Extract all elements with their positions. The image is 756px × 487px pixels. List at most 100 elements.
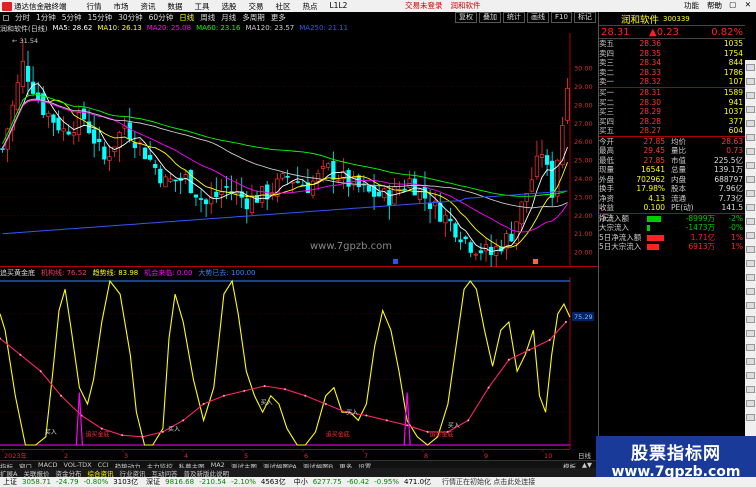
tool-button[interactable]: 画线: [527, 12, 549, 23]
indicator-tab[interactable]: 更多: [339, 461, 352, 471]
indicator-tab[interactable]: 主力监控: [147, 461, 173, 471]
toolbar-icon[interactable]: [746, 134, 755, 141]
tool-button[interactable]: 复权: [455, 12, 477, 23]
index-name[interactable]: 中小: [294, 477, 308, 487]
toolbar-icon[interactable]: [746, 358, 755, 365]
toolbar-icon[interactable]: [746, 106, 755, 113]
indicator-tab[interactable]: MA2: [211, 461, 225, 469]
indicator-tab[interactable]: 趋势动力: [115, 461, 141, 471]
period-tab[interactable]: 日线: [179, 12, 194, 23]
menu-item[interactable]: 交易: [249, 1, 264, 12]
toolbar-icon[interactable]: [746, 120, 755, 127]
bid-row[interactable]: 买一 28.31 1589: [599, 88, 745, 98]
period-tab[interactable]: 分时: [15, 12, 30, 23]
extension-tab[interactable]: 普及新版此说明: [183, 468, 229, 478]
index-name[interactable]: 深证: [146, 477, 160, 487]
tab-control[interactable]: ▲▼: [582, 461, 592, 469]
tool-button[interactable]: 统计: [503, 12, 525, 23]
menu-item[interactable]: 数据: [168, 1, 183, 12]
toolbar-icon[interactable]: [746, 400, 755, 407]
period-tab[interactable]: 月线: [221, 12, 236, 23]
candle-body: [438, 202, 443, 222]
period-tab[interactable]: 周线: [200, 12, 215, 23]
ask-row[interactable]: 卖五 28.36 1035: [599, 39, 745, 49]
right-link[interactable]: 功能: [684, 1, 699, 10]
toolbar-icon[interactable]: [746, 78, 755, 85]
toolbar-icon[interactable]: [746, 232, 755, 239]
extension-tab[interactable]: 互动问答: [151, 468, 177, 478]
menu-item[interactable]: L1L2: [330, 1, 348, 12]
indicator-tab[interactable]: CCI: [98, 461, 109, 469]
indicator-tab[interactable]: 指标: [0, 461, 13, 471]
index-name[interactable]: 上证: [3, 477, 17, 487]
menu-item[interactable]: 热点: [303, 1, 318, 12]
menu-item[interactable]: 选股: [222, 1, 237, 12]
extension-tab[interactable]: 扩展A: [0, 468, 17, 478]
window-controls[interactable]: — ▢ ✕: [713, 0, 754, 9]
center-link[interactable]: 润和软件: [451, 1, 481, 10]
menu-item[interactable]: 市场: [114, 1, 129, 12]
toolbar-icon[interactable]: [746, 218, 755, 225]
ask-row[interactable]: 卖二 28.33 1786: [599, 68, 745, 78]
menu-item[interactable]: 工具: [195, 1, 210, 12]
bid-row[interactable]: 买三 28.29 1037: [599, 107, 745, 117]
toolbar-icon[interactable]: [746, 204, 755, 211]
toolbar-icon[interactable]: [746, 372, 755, 379]
extension-tab[interactable]: 关联报价: [23, 468, 49, 478]
menu-item[interactable]: 行情: [87, 1, 102, 12]
period-tab[interactable]: 5分钟: [62, 12, 82, 23]
period-tab[interactable]: 15分钟: [88, 12, 113, 23]
bid-row[interactable]: 买二 28.30 941: [599, 98, 745, 108]
indicator-tab[interactable]: 私募主图: [179, 461, 205, 471]
toolbar-icon[interactable]: [746, 414, 755, 421]
indicator-tab[interactable]: 测试幅图B: [303, 461, 333, 471]
right-toolbar[interactable]: [745, 60, 756, 460]
extension-tab[interactable]: 行业资讯: [119, 468, 145, 478]
tool-button[interactable]: F10: [551, 12, 572, 23]
indicator-tab[interactable]: MACD: [38, 461, 57, 469]
toolbar-icon[interactable]: [746, 330, 755, 337]
indicator-chart[interactable]: 追买金底 追买金底 追买金底买入买入买入买入买入75.29: [0, 277, 598, 449]
period-tab[interactable]: 多周期: [242, 12, 265, 23]
tab-control[interactable]: 模板: [563, 461, 576, 471]
flow-label: 净流入额: [599, 213, 629, 223]
toolbar-icon[interactable]: [746, 386, 755, 393]
toolbar-icon[interactable]: [746, 316, 755, 323]
extension-tab[interactable]: 资金分布: [55, 468, 81, 478]
indicator-tab[interactable]: 窗口: [19, 461, 32, 471]
toolbar-icon[interactable]: [746, 274, 755, 281]
toolbar-icon[interactable]: [746, 302, 755, 309]
toolbar-icon[interactable]: [746, 148, 755, 155]
indicator-tab[interactable]: 测试幅图PA: [263, 461, 297, 471]
ask-row[interactable]: 卖四 28.35 1754: [599, 49, 745, 59]
tool-button[interactable]: 叠加: [479, 12, 501, 23]
ask-row[interactable]: 卖三 28.34 844: [599, 58, 745, 68]
period-tab[interactable]: 更多: [271, 12, 286, 23]
toolbar-icon[interactable]: [746, 64, 755, 71]
toolbar-icon[interactable]: [746, 176, 755, 183]
indicator-tab[interactable]: VOL-TDX: [63, 461, 91, 469]
tool-button[interactable]: 标记: [573, 12, 596, 23]
menu-item[interactable]: 社区: [276, 1, 291, 12]
candlestick-chart[interactable]: 30.00 29.00 28.00 27.00 26.00 25.00 24.00 23.00…: [0, 33, 598, 267]
period-tab[interactable]: 1分钟: [36, 12, 56, 23]
extension-tab[interactable]: 综合资讯: [87, 468, 113, 478]
period-tab[interactable]: 60分钟: [149, 12, 174, 23]
period-tab[interactable]: 30分钟: [118, 12, 143, 23]
status-message[interactable]: 行情正在初始化 点击此处连接: [442, 477, 535, 487]
toolbar-icon[interactable]: [746, 288, 755, 295]
indicator-tab[interactable]: 测试主图: [231, 461, 257, 471]
toolbar-icon[interactable]: [746, 260, 755, 267]
toolbar-icon[interactable]: [746, 246, 755, 253]
menu-item[interactable]: 资讯: [141, 1, 156, 12]
period-toggle-icon[interactable]: [3, 14, 9, 21]
bid-row[interactable]: 买五 28.27 604: [599, 126, 745, 136]
indicator-tab[interactable]: 设置: [358, 461, 371, 471]
bid-row[interactable]: 买四 28.28 377: [599, 117, 745, 127]
ask-row[interactable]: 卖一 28.32 107: [599, 77, 745, 87]
toolbar-icon[interactable]: [746, 344, 755, 351]
toolbar-icon[interactable]: [746, 190, 755, 197]
toolbar-icon[interactable]: [746, 92, 755, 99]
toolbar-icon[interactable]: [746, 162, 755, 169]
center-link[interactable]: 交易未登录: [405, 1, 443, 10]
